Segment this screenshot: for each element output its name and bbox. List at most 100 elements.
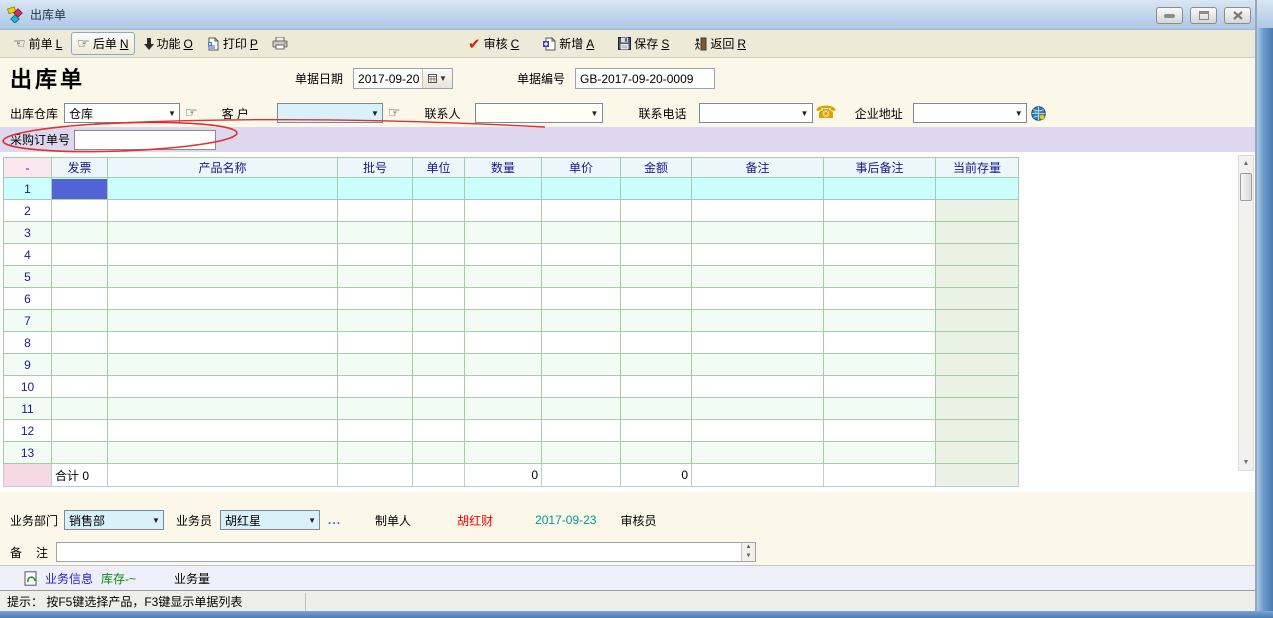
table-cell[interactable] (542, 398, 621, 420)
selected-cell[interactable] (52, 179, 107, 199)
table-cell[interactable] (413, 222, 465, 244)
salesman-dropdown[interactable]: 胡红星▼ (220, 510, 320, 530)
add-new-button[interactable]: 新增A (538, 33, 599, 54)
table-cell[interactable] (542, 288, 621, 310)
table-cell[interactable] (338, 266, 413, 288)
scroll-down-icon[interactable]: ▼ (1239, 455, 1253, 470)
table-cell[interactable] (692, 178, 824, 200)
table-cell[interactable] (108, 398, 338, 420)
table-cell[interactable] (338, 244, 413, 266)
phone-dropdown[interactable]: ▼ (699, 103, 813, 123)
table-cell[interactable] (542, 200, 621, 222)
table-cell[interactable] (413, 288, 465, 310)
return-button[interactable]: 返回R (688, 33, 751, 54)
table-cell[interactable] (621, 178, 692, 200)
customer-lookup-icon[interactable]: ☞ (388, 107, 401, 119)
table-cell[interactable] (936, 244, 1019, 266)
table-cell[interactable] (692, 288, 824, 310)
functions-button[interactable]: 功能O (139, 33, 198, 54)
remark-spinner[interactable]: ▲ ▼ (741, 543, 755, 561)
table-cell[interactable] (108, 376, 338, 398)
row-number[interactable]: 1 (4, 178, 52, 200)
column-header[interactable]: 产品名称 (108, 158, 338, 178)
tab-business-info[interactable]: 业务信息 (45, 570, 93, 587)
table-cell[interactable] (936, 200, 1019, 222)
table-cell[interactable] (542, 354, 621, 376)
table-cell[interactable] (542, 222, 621, 244)
table-cell[interactable] (692, 266, 824, 288)
table-cell[interactable] (52, 420, 108, 442)
table-cell[interactable] (621, 442, 692, 464)
table-cell[interactable] (413, 310, 465, 332)
table-cell[interactable] (108, 244, 338, 266)
column-header[interactable]: 发票 (52, 158, 108, 178)
table-cell[interactable] (936, 420, 1019, 442)
table-cell[interactable] (52, 288, 108, 310)
phone-icon[interactable]: ☎ (816, 105, 837, 121)
column-header[interactable]: - (4, 158, 52, 178)
table-cell[interactable] (108, 354, 338, 376)
table-cell[interactable] (108, 266, 338, 288)
doc-no-input[interactable]: GB-2017-09-20-0009 (575, 68, 715, 89)
table-cell[interactable] (824, 310, 936, 332)
table-cell[interactable] (824, 442, 936, 464)
table-cell[interactable] (621, 354, 692, 376)
scrollbar-thumb[interactable] (1240, 173, 1252, 201)
table-cell[interactable] (621, 222, 692, 244)
tab-stock[interactable]: 库存-~ (101, 570, 136, 587)
table-cell[interactable] (936, 222, 1019, 244)
calendar-dropdown-button[interactable]: ▼ (422, 69, 452, 88)
table-cell[interactable] (338, 310, 413, 332)
table-cell[interactable] (465, 178, 542, 200)
column-header[interactable]: 单价 (542, 158, 621, 178)
table-cell[interactable] (413, 354, 465, 376)
table-cell[interactable] (936, 354, 1019, 376)
table-cell[interactable] (824, 222, 936, 244)
table-cell[interactable] (465, 266, 542, 288)
warehouse-dropdown[interactable]: 仓库▼ (64, 103, 180, 123)
table-cell[interactable] (52, 376, 108, 398)
table-cell[interactable] (108, 310, 338, 332)
table-cell[interactable] (108, 200, 338, 222)
table-cell[interactable] (465, 288, 542, 310)
table-cell[interactable] (621, 420, 692, 442)
table-cell[interactable] (413, 244, 465, 266)
table-cell[interactable] (52, 332, 108, 354)
table-cell[interactable] (338, 376, 413, 398)
table-cell[interactable] (413, 178, 465, 200)
table-cell[interactable] (465, 376, 542, 398)
table-cell[interactable] (936, 398, 1019, 420)
table-cell[interactable] (824, 200, 936, 222)
more-button[interactable]: ... (328, 513, 341, 527)
table-cell[interactable] (621, 288, 692, 310)
remark-input[interactable]: ▲ ▼ (56, 542, 756, 562)
table-cell[interactable] (338, 398, 413, 420)
table-cell[interactable] (108, 442, 338, 464)
table-cell[interactable] (542, 420, 621, 442)
table-cell[interactable] (542, 266, 621, 288)
minimize-button[interactable] (1156, 7, 1183, 24)
table-cell[interactable] (108, 288, 338, 310)
printer-button[interactable] (267, 35, 293, 52)
table-cell[interactable] (936, 178, 1019, 200)
table-cell[interactable] (542, 244, 621, 266)
table-cell[interactable] (465, 244, 542, 266)
table-cell[interactable] (52, 266, 108, 288)
date-picker[interactable]: 2017-09-20 ▼ (353, 68, 453, 89)
table-cell[interactable] (936, 442, 1019, 464)
table-cell[interactable] (824, 266, 936, 288)
table-cell[interactable] (338, 200, 413, 222)
table-cell[interactable] (824, 332, 936, 354)
table-cell[interactable] (621, 376, 692, 398)
table-cell[interactable] (621, 398, 692, 420)
table-cell[interactable] (692, 200, 824, 222)
table-cell[interactable] (936, 376, 1019, 398)
table-cell[interactable] (108, 178, 338, 200)
table-cell[interactable] (52, 310, 108, 332)
customer-dropdown[interactable]: ▼ (277, 103, 383, 123)
table-cell[interactable] (824, 398, 936, 420)
spinner-down-icon[interactable]: ▼ (742, 552, 755, 561)
table-cell[interactable] (936, 332, 1019, 354)
table-cell[interactable] (338, 420, 413, 442)
table-cell[interactable] (692, 244, 824, 266)
